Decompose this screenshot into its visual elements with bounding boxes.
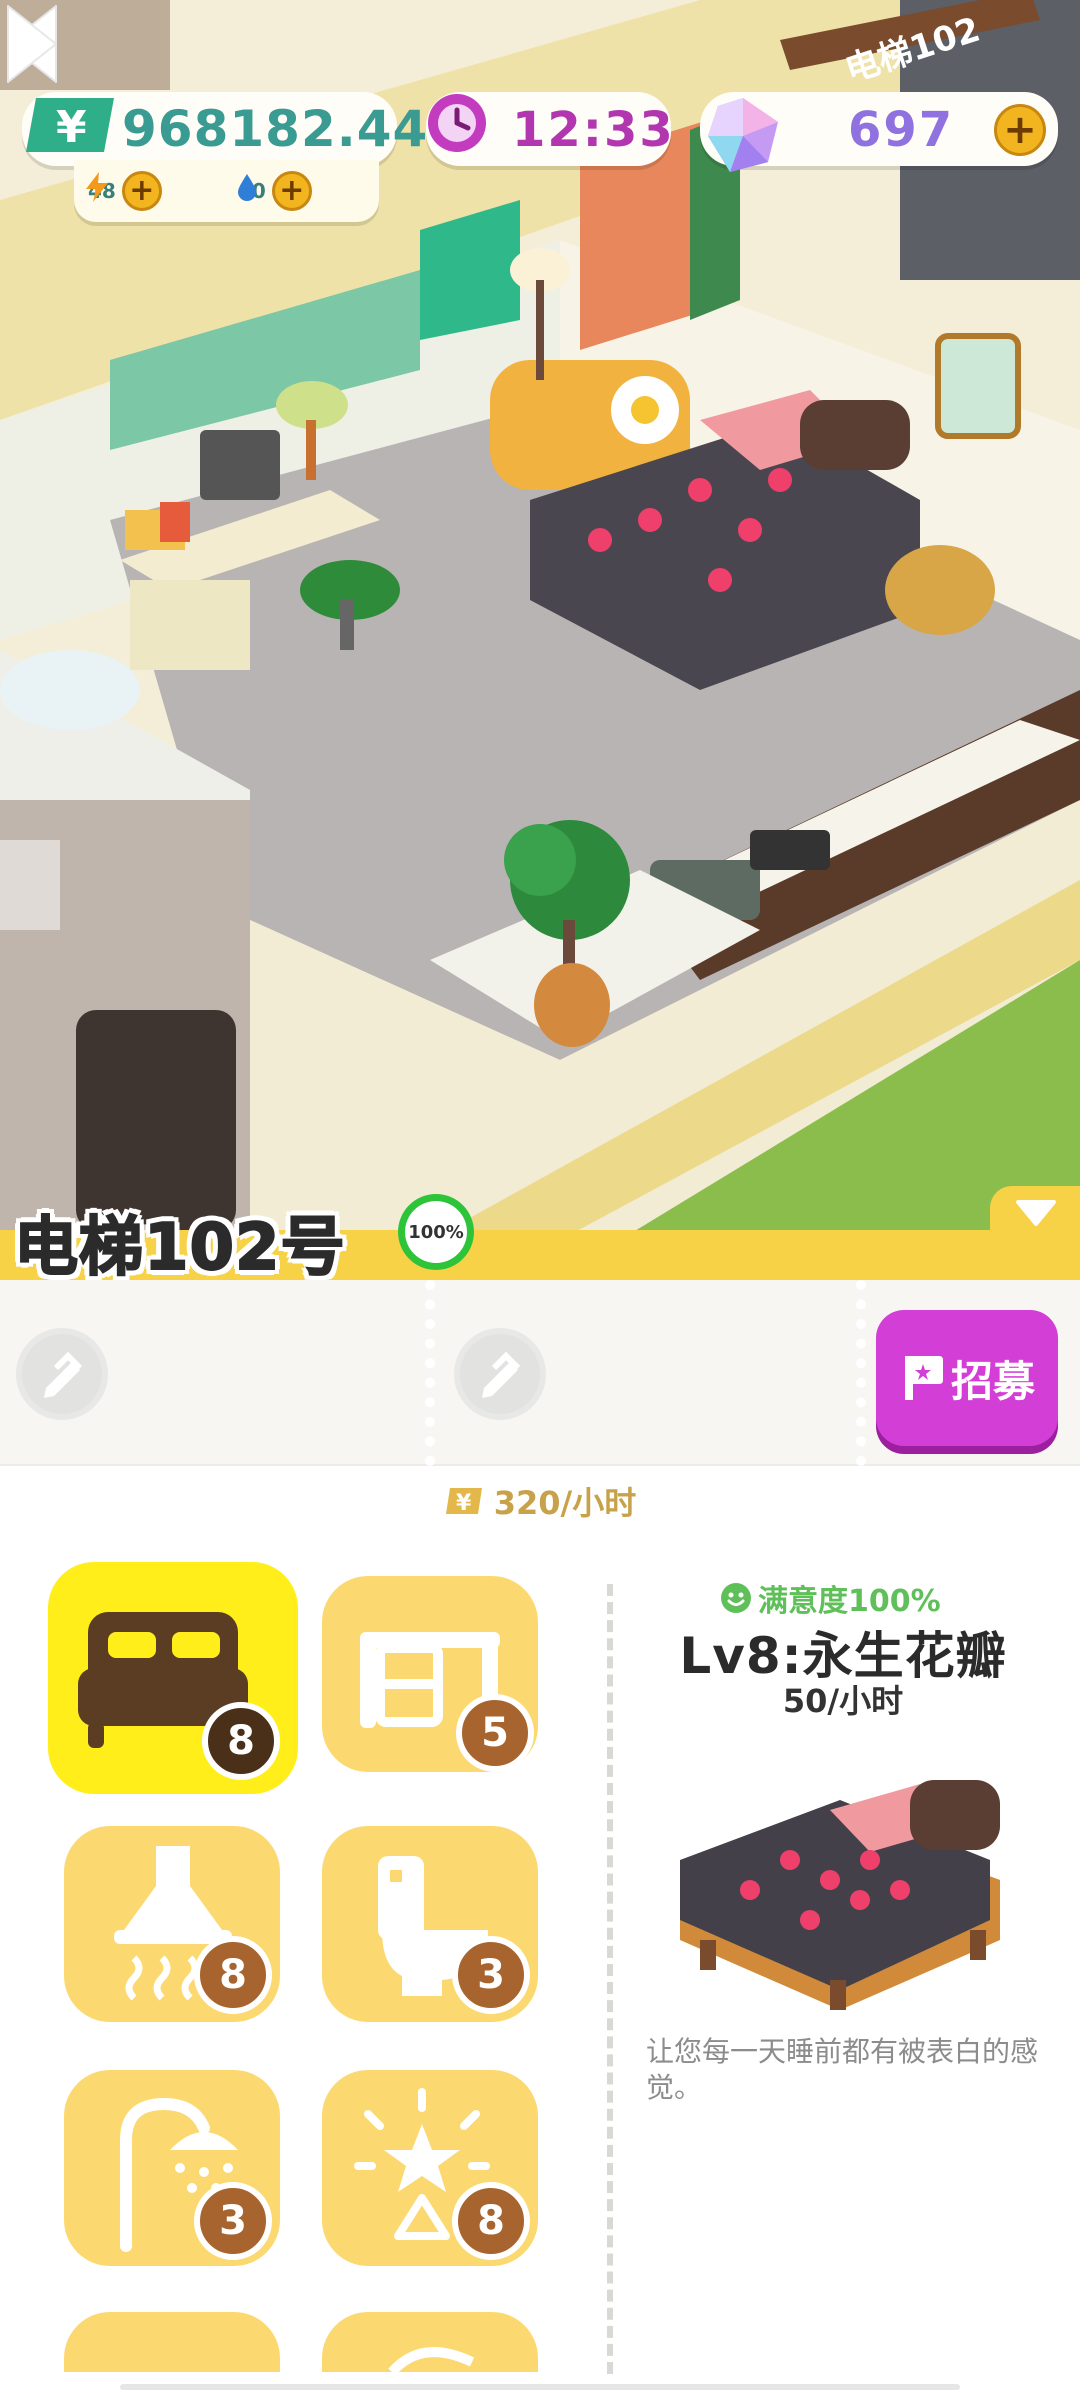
empty-slot-icon	[22, 1334, 102, 1414]
timer-counter[interactable]: 12:33	[426, 92, 673, 166]
satisfaction-ring: 100%	[398, 1194, 474, 1270]
item-rate: 50/小时	[782, 1682, 904, 1720]
slot-divider	[856, 1280, 866, 1466]
furniture-tile-range-hood[interactable]: 8	[64, 1826, 280, 2022]
satisfaction-value: 100%	[405, 1201, 467, 1263]
clock-icon	[428, 94, 486, 152]
timer-value: 12:33	[512, 102, 675, 158]
money-value: 968182.44	[122, 100, 429, 158]
gem-counter[interactable]: 697 +	[700, 92, 1058, 172]
add-energy-button[interactable]: +	[121, 171, 162, 211]
furniture-tile-desk[interactable]: 5	[322, 1576, 538, 1772]
furniture-tile-bed[interactable]: 8	[48, 1562, 298, 1794]
empty-slot-icon	[460, 1334, 540, 1414]
furniture-tile-lamp[interactable]: 8	[322, 2070, 538, 2266]
energy-resource: 48 +	[84, 171, 162, 211]
level-badge: 3	[452, 1936, 530, 2014]
water-drop-icon	[238, 174, 256, 201]
next-room-arrow[interactable]	[0, 0, 64, 88]
recruit-label: 招募	[950, 1356, 1035, 1406]
satisfaction-label: 满意度100%	[758, 1584, 941, 1619]
gem-value: 697	[848, 102, 955, 158]
furniture-tile-partial[interactable]	[322, 2312, 538, 2376]
item-description: 让您每一天睡前都有被表白的感觉。	[646, 2035, 1039, 2104]
room-scene[interactable]: 电梯102 ¥ 968182.44 48 + + 12:33 697 +	[0, 0, 1080, 1240]
money-counter[interactable]: ¥ 968182.44	[22, 92, 427, 166]
level-badge: 8	[194, 1936, 272, 2014]
level-badge: 8	[202, 1702, 280, 1780]
income-label: 320/小时	[493, 1484, 637, 1522]
furniture-tile-toilet[interactable]: 3	[322, 1826, 538, 2022]
add-water-button[interactable]: +	[271, 171, 312, 211]
gem-icon	[708, 98, 778, 172]
recruit-button[interactable]: 招募	[876, 1310, 1058, 1446]
slot-divider	[425, 1280, 435, 1466]
bed-preview-image	[680, 1780, 1000, 2010]
money-icon: ¥	[26, 98, 114, 153]
home-indicator[interactable]	[120, 2384, 960, 2390]
lightning-icon	[86, 172, 108, 202]
level-badge: 5	[456, 1694, 534, 1772]
empty-staff-slot[interactable]	[454, 1328, 546, 1420]
room-title: 电梯102号	[13, 1210, 346, 1286]
svg-text:¥: ¥	[56, 102, 87, 153]
add-gems-button[interactable]: +	[994, 104, 1046, 156]
game-screen: 电梯102 ¥ 968182.44 48 + + 12:33 697 + 电梯1…	[0, 0, 1080, 2400]
level-badge: 8	[452, 2182, 530, 2260]
recruit-flag-icon	[904, 1356, 943, 1400]
level-badge: 3	[194, 2182, 272, 2260]
chevron-down-icon[interactable]	[1014, 1198, 1058, 1228]
water-resource: 40 +	[234, 171, 312, 211]
furniture-tile-shower[interactable]: 3	[64, 2070, 280, 2266]
furniture-tile-partial[interactable]	[64, 2312, 280, 2372]
resource-bar: 48 + 40 +	[74, 160, 379, 222]
empty-staff-slot[interactable]	[16, 1328, 108, 1420]
svg-text:¥: ¥	[456, 1491, 472, 1516]
item-satisfaction: 满意度100%	[720, 1576, 941, 1620]
grid-divider	[607, 1584, 613, 2374]
income-rate: ¥ 320/小时	[0, 1474, 1080, 1528]
money-icon: ¥	[445, 1488, 482, 1516]
furniture-partial-icon	[388, 2347, 475, 2376]
smiley-icon	[721, 1583, 751, 1613]
